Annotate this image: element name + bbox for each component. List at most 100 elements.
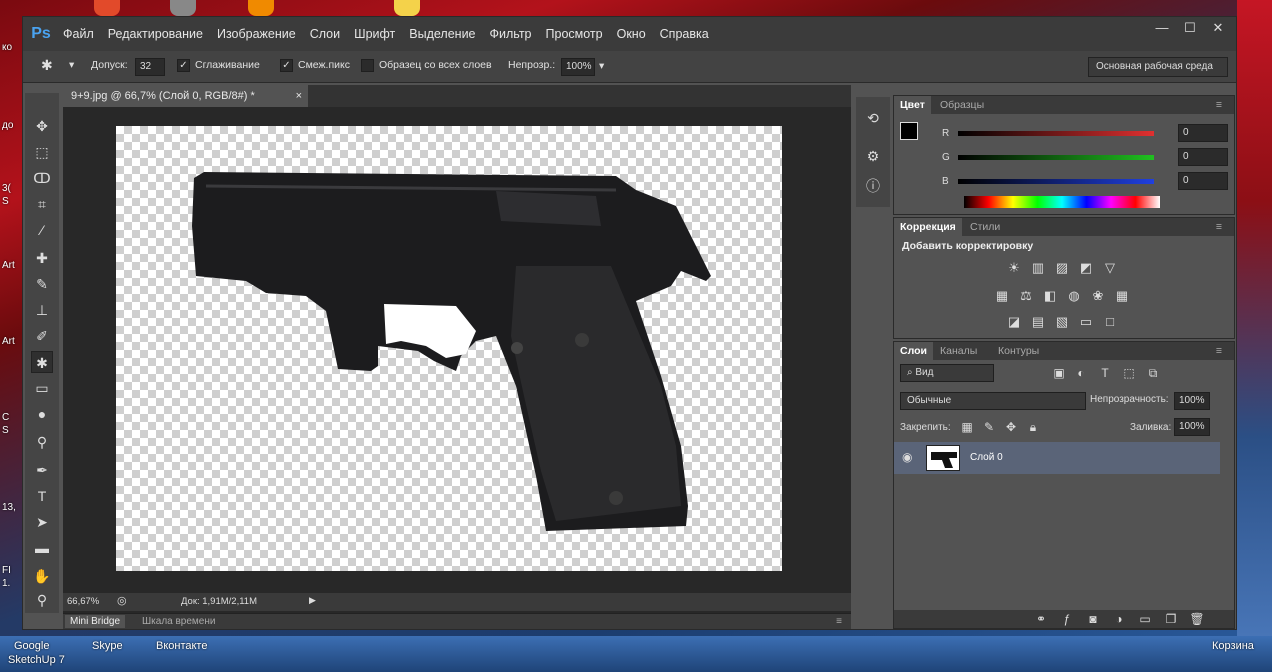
panel-menu-icon[interactable]: ≡ bbox=[1210, 342, 1228, 360]
desktop-icon-label[interactable]: Google bbox=[14, 640, 49, 652]
filter-adjust-icon[interactable]: ◐ bbox=[1072, 364, 1090, 382]
tab-channels[interactable]: Каналы bbox=[934, 342, 983, 360]
menu-image[interactable]: Изображение bbox=[217, 27, 296, 41]
magic-wand-icon[interactable]: ✱ bbox=[41, 57, 53, 74]
filter-smart-icon[interactable]: ⧉ bbox=[1144, 364, 1162, 382]
folder-icon[interactable] bbox=[394, 0, 420, 16]
menu-select[interactable]: Выделение bbox=[409, 27, 475, 41]
menu-help[interactable]: Справка bbox=[660, 27, 709, 41]
path-select-icon[interactable]: ➤ bbox=[31, 511, 53, 533]
layer-opacity-input[interactable]: 100% bbox=[1174, 392, 1210, 410]
blur-tool-icon[interactable]: ● bbox=[31, 403, 53, 425]
image-canvas[interactable] bbox=[116, 126, 782, 571]
tab-swatches[interactable]: Образцы bbox=[934, 96, 990, 114]
type-tool-icon[interactable]: T bbox=[31, 485, 53, 507]
brush-tool-icon[interactable]: ✎ bbox=[31, 273, 53, 295]
foreground-swatch[interactable] bbox=[900, 122, 918, 140]
filter-shape-icon[interactable]: ⬚ bbox=[1120, 364, 1138, 382]
color-lookup-icon[interactable]: ▦ bbox=[1114, 288, 1130, 304]
tab-styles[interactable]: Стили bbox=[964, 218, 1006, 236]
delete-layer-icon[interactable]: 🗑︎ bbox=[1188, 610, 1206, 628]
desktop-icon-label[interactable]: Корзина bbox=[1212, 640, 1254, 652]
panel-menu-icon[interactable]: ≡ bbox=[831, 615, 847, 628]
posterize-icon[interactable]: ▤ bbox=[1030, 314, 1046, 330]
opacity-input[interactable]: 100% bbox=[561, 58, 595, 76]
eyedropper-tool-icon[interactable]: ⁄ bbox=[31, 219, 53, 241]
channel-r-slider[interactable] bbox=[958, 131, 1154, 136]
shape-tool-icon[interactable]: ▬ bbox=[31, 537, 53, 559]
status-icon[interactable]: ◎ bbox=[117, 594, 127, 607]
tab-timeline[interactable]: Шкала времени bbox=[137, 615, 220, 628]
actions-icon[interactable]: ⚙ bbox=[862, 145, 884, 167]
lasso-tool-icon[interactable]: ↀ bbox=[31, 167, 53, 189]
channel-b-input[interactable]: 0 bbox=[1178, 172, 1228, 190]
status-arrow-icon[interactable]: ▶ bbox=[309, 595, 316, 606]
tab-color[interactable]: Цвет bbox=[894, 96, 931, 114]
gradient-map-icon[interactable]: ▭ bbox=[1078, 314, 1094, 330]
channel-r-input[interactable]: 0 bbox=[1178, 124, 1228, 142]
photo-filter-icon[interactable]: ◍ bbox=[1066, 288, 1082, 304]
history-icon[interactable]: ⟲ bbox=[862, 107, 884, 129]
chrome-icon[interactable] bbox=[94, 0, 120, 16]
channel-mixer-icon[interactable]: ❀ bbox=[1090, 288, 1106, 304]
crop-tool-icon[interactable]: ⌗ bbox=[31, 193, 53, 215]
stamp-tool-icon[interactable]: ⊥ bbox=[31, 299, 53, 321]
tolerance-input[interactable]: 32 bbox=[135, 58, 165, 76]
tab-paths[interactable]: Контуры bbox=[992, 342, 1045, 360]
minimize-button[interactable]: — bbox=[1148, 17, 1176, 39]
info-icon[interactable]: ⓘ bbox=[862, 175, 884, 197]
desktop-icon-label[interactable]: SketchUp 7 bbox=[8, 654, 65, 666]
antialias-checkbox[interactable]: ✓ bbox=[177, 59, 190, 72]
color-spectrum[interactable] bbox=[964, 196, 1160, 208]
menu-layers[interactable]: Слои bbox=[310, 27, 340, 41]
healing-tool-icon[interactable]: ✚ bbox=[31, 247, 53, 269]
levels-icon[interactable]: ▥ bbox=[1030, 260, 1046, 276]
desktop-icon-label[interactable]: Вконтакте bbox=[156, 640, 207, 652]
channel-g-slider[interactable] bbox=[958, 155, 1154, 160]
tool-preset-chevron-icon[interactable]: ▾ bbox=[69, 59, 74, 71]
vibrance-icon[interactable]: ▽ bbox=[1102, 260, 1118, 276]
visibility-eye-icon[interactable]: ◉ bbox=[902, 450, 912, 464]
color-balance-icon[interactable]: ⚖ bbox=[1018, 288, 1034, 304]
gradient-tool-icon[interactable]: ▭ bbox=[31, 377, 53, 399]
zoom-tool-icon[interactable]: ⚲ bbox=[31, 589, 53, 611]
menu-view[interactable]: Просмотр bbox=[546, 27, 603, 41]
marquee-tool-icon[interactable]: ⬚ bbox=[31, 141, 53, 163]
filter-image-icon[interactable]: ▣ bbox=[1050, 364, 1068, 382]
lock-pixels-icon[interactable]: ✎ bbox=[980, 418, 998, 436]
new-layer-icon[interactable]: ❐ bbox=[1162, 610, 1180, 628]
desktop-icon[interactable] bbox=[170, 0, 196, 16]
contiguous-checkbox[interactable]: ✓ bbox=[280, 59, 293, 72]
add-mask-icon[interactable]: ◙ bbox=[1084, 610, 1102, 628]
sample-all-checkbox[interactable] bbox=[361, 59, 374, 72]
exposure-icon[interactable]: ◩ bbox=[1078, 260, 1094, 276]
blend-mode-dropdown[interactable]: Обычные bbox=[900, 392, 1086, 410]
workspace-switcher[interactable]: Основная рабочая среда bbox=[1088, 57, 1228, 77]
panel-menu-icon[interactable]: ≡ bbox=[1210, 96, 1228, 114]
lock-all-icon[interactable]: 🔒︎ bbox=[1024, 418, 1042, 436]
odnoklassniki-icon[interactable] bbox=[248, 0, 274, 16]
fill-input[interactable]: 100% bbox=[1174, 418, 1210, 436]
desktop-icon-label[interactable]: Skype bbox=[92, 640, 123, 652]
hue-sat-icon[interactable]: ▦ bbox=[994, 288, 1010, 304]
hand-tool-icon[interactable]: ✋ bbox=[31, 565, 53, 587]
tab-adjustments[interactable]: Коррекция bbox=[894, 218, 962, 236]
threshold-icon[interactable]: ▧ bbox=[1054, 314, 1070, 330]
lock-position-icon[interactable]: ✥ bbox=[1002, 418, 1020, 436]
close-button[interactable]: ✕ bbox=[1204, 17, 1232, 39]
tab-mini-bridge[interactable]: Mini Bridge bbox=[65, 615, 126, 628]
menu-type[interactable]: Шрифт bbox=[354, 27, 395, 41]
layer-filter-dropdown[interactable]: ⌕ Вид bbox=[900, 364, 994, 382]
opacity-dropdown-icon[interactable]: ▾ bbox=[599, 60, 604, 72]
fx-icon[interactable]: ƒ bbox=[1058, 610, 1076, 628]
invert-icon[interactable]: ◪ bbox=[1006, 314, 1022, 330]
channel-b-slider[interactable] bbox=[958, 179, 1154, 184]
dodge-tool-icon[interactable]: ⚲ bbox=[31, 431, 53, 453]
channel-g-input[interactable]: 0 bbox=[1178, 148, 1228, 166]
menu-edit[interactable]: Редактирование bbox=[108, 27, 203, 41]
document-tab[interactable]: 9+9.jpg @ 66,7% (Слой 0, RGB/8#) * × bbox=[63, 85, 308, 107]
panel-menu-icon[interactable]: ≡ bbox=[1210, 218, 1228, 236]
move-tool-icon[interactable]: ✥ bbox=[31, 115, 53, 137]
bw-icon[interactable]: ◧ bbox=[1042, 288, 1058, 304]
close-tab-icon[interactable]: × bbox=[296, 85, 302, 107]
